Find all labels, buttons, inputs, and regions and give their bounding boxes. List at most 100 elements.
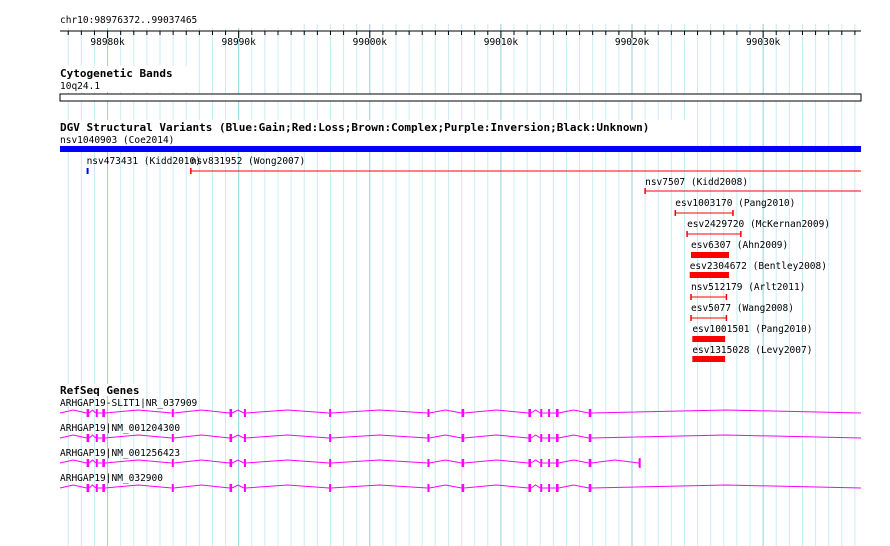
dgv-feature-bar[interactable] [692,336,726,342]
dgv-feature-bar[interactable] [691,252,730,258]
cytoband-name: 10q24.1 [60,81,100,92]
refseq-exon[interactable] [528,484,532,492]
refseq-exon[interactable] [548,484,551,492]
refseq-exon[interactable] [548,434,551,442]
refseq-exon[interactable] [243,484,246,492]
dgv-feature[interactable]: esv1001501 (Pang2010) [692,324,812,342]
refseq-exon[interactable] [461,484,465,492]
dgv-feature-label: nsv831952 (Wong2007) [191,156,305,167]
refseq-exon[interactable] [548,409,551,417]
refseq-exon[interactable] [555,434,559,442]
refseq-exon[interactable] [86,409,90,417]
refseq-exon[interactable] [329,409,332,417]
ruler-title: chr10:98976372..99037465 [60,15,197,26]
refseq-exon[interactable] [588,409,592,417]
refseq-exon[interactable] [548,459,551,467]
refseq-exon[interactable] [102,484,105,492]
refseq-exon[interactable] [427,409,430,417]
refseq-gene-label: ARHGAP19|NM_032900 [60,473,163,484]
refseq-exon[interactable] [229,459,233,467]
refseq-exon[interactable] [540,484,543,492]
dgv-feature[interactable]: esv6307 (Ahn2009) [691,240,788,258]
refseq-gene[interactable]: ARHGAP19-SLIT1|NR_037909 [59,398,862,417]
refseq-exon[interactable] [427,434,430,442]
refseq-exon[interactable] [540,409,543,417]
dgv-feature-label: nsv512179 (Arlt2011) [691,282,805,293]
dgv-feature-bar[interactable] [689,272,730,278]
ruler-tick-label: 98990k [222,37,257,48]
refseq-exon[interactable] [171,409,174,417]
dgv-feature-label: nsv473431 (Kidd2010) [87,156,201,167]
cytoband-track[interactable]: Cytogenetic Bands 10q24.1 [59,66,862,102]
refseq-exon[interactable] [171,459,174,467]
dgv-feature[interactable]: nsv831952 (Wong2007) [190,156,861,174]
refseq-exon[interactable] [588,484,592,492]
refseq-exon[interactable] [95,409,98,417]
ruler-tick-label: 99000k [353,37,388,48]
refseq-exon[interactable] [588,459,592,467]
refseq-exon[interactable] [461,409,465,417]
refseq-exon[interactable] [243,409,246,417]
refseq-exon[interactable] [243,434,246,442]
refseq-exon[interactable] [427,459,430,467]
refseq-exon[interactable] [171,484,174,492]
refseq-exon[interactable] [171,434,174,442]
refseq-exon[interactable] [588,434,592,442]
dgv-feature[interactable]: esv1003170 (Pang2010) [674,198,795,216]
refseq-exon[interactable] [86,434,90,442]
refseq-exon[interactable] [461,459,465,467]
refseq-track[interactable]: RefSeq Genes ARHGAP19-SLIT1|NR_037909ARH… [59,384,862,492]
dgv-feature-bar[interactable] [692,356,726,362]
refseq-exon[interactable] [86,484,90,492]
dgv-feature-label: esv5077 (Wang2008) [691,303,794,314]
refseq-exon[interactable] [329,434,332,442]
refseq-exon[interactable] [102,434,105,442]
refseq-gene-label: ARHGAP19|NM_001204300 [60,423,180,434]
refseq-exon[interactable] [555,459,559,467]
cytoband-track-title: Cytogenetic Bands [60,67,173,80]
dgv-feature-label: esv1315028 (Levy2007) [692,345,812,356]
ruler-tick-label: 99020k [615,37,650,48]
refseq-exon[interactable] [95,459,98,467]
refseq-exon[interactable] [95,484,98,492]
cytoband-ideogram[interactable] [59,93,862,102]
dgv-feature[interactable]: nsv512179 (Arlt2011) [690,282,805,300]
refseq-exon[interactable] [528,459,532,467]
dgv-feature-label: esv1001501 (Pang2010) [692,324,812,335]
dgv-feature[interactable]: esv2429720 (McKernan2009) [686,219,830,237]
refseq-exon[interactable] [555,484,559,492]
refseq-exon[interactable] [229,409,233,417]
dgv-feature[interactable]: nsv473431 (Kidd2010) [86,156,201,174]
refseq-exon[interactable] [102,409,105,417]
refseq-exon[interactable] [86,459,90,467]
refseq-exon[interactable] [528,409,532,417]
refseq-exon[interactable] [329,459,332,467]
refseq-exon[interactable] [95,434,98,442]
refseq-exon[interactable] [329,484,332,492]
dgv-feature-label: esv2304672 (Bentley2008) [690,261,827,272]
refseq-intron-line [59,409,862,414]
refseq-features[interactable]: ARHGAP19-SLIT1|NR_037909 ARHGAP19|NM_0012… [59,398,862,492]
dgv-feature-bar[interactable] [60,146,861,152]
refseq-exon[interactable] [528,434,532,442]
dgv-feature-label: esv6307 (Ahn2009) [691,240,788,251]
dgv-feature[interactable]: esv5077 (Wang2008) [690,303,794,321]
dgv-feature-label: esv2429720 (McKernan2009) [687,219,830,230]
dgv-track[interactable]: DGV Structural Variants (Blue:Gain;Red:L… [59,120,861,362]
dgv-features[interactable]: nsv1040903 (Coe2014) nsv473431 (Kidd2010)… [60,135,861,362]
refseq-exon[interactable] [555,409,559,417]
refseq-gene[interactable]: ARHGAP19|NM_032900 [59,473,862,492]
refseq-gene[interactable]: ARHGAP19|NM_001204300 [59,423,862,442]
refseq-exon[interactable] [540,434,543,442]
dgv-feature-label: nsv1040903 (Coe2014) [60,135,174,146]
refseq-exon[interactable] [229,484,233,492]
refseq-exon[interactable] [102,459,105,467]
refseq-exon[interactable] [243,459,246,467]
refseq-exon[interactable] [229,434,233,442]
dgv-feature[interactable]: esv2304672 (Bentley2008) [689,261,827,278]
refseq-exon[interactable] [427,484,430,492]
dgv-feature-bar[interactable] [86,168,89,174]
dgv-feature[interactable]: esv1315028 (Levy2007) [692,345,812,362]
refseq-exon[interactable] [540,459,543,467]
refseq-exon[interactable] [461,434,465,442]
